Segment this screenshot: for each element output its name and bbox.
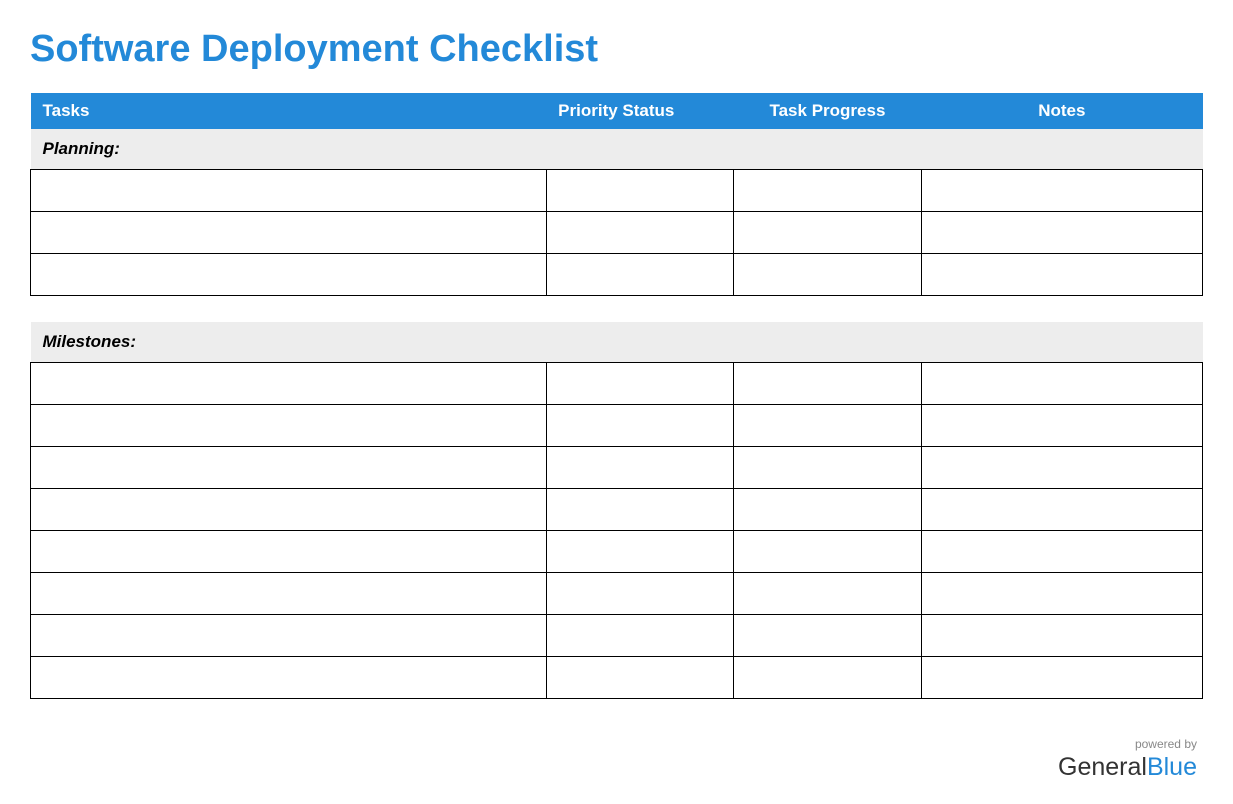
cell-progress[interactable] (734, 254, 922, 296)
checklist-table: Tasks Priority Status Task Progress Note… (30, 93, 1203, 699)
table-row (31, 170, 1203, 212)
spacer (31, 296, 1203, 322)
cell-progress[interactable] (734, 446, 922, 488)
cell-notes[interactable] (921, 404, 1202, 446)
cell-progress[interactable] (734, 212, 922, 254)
cell-notes[interactable] (921, 212, 1202, 254)
cell-progress[interactable] (734, 572, 922, 614)
cell-notes[interactable] (921, 530, 1202, 572)
cell-task[interactable] (31, 656, 547, 698)
cell-task[interactable] (31, 170, 547, 212)
table-row (31, 212, 1203, 254)
cell-priority[interactable] (546, 170, 734, 212)
cell-task[interactable] (31, 572, 547, 614)
brand-general: General (1058, 753, 1147, 781)
section-label: Planning: (31, 129, 1203, 170)
cell-task[interactable] (31, 530, 547, 572)
cell-priority[interactable] (546, 446, 734, 488)
cell-priority[interactable] (546, 254, 734, 296)
cell-priority[interactable] (546, 362, 734, 404)
cell-progress[interactable] (734, 170, 922, 212)
table-row (31, 572, 1203, 614)
header-row: Tasks Priority Status Task Progress Note… (31, 93, 1203, 129)
table-row (31, 446, 1203, 488)
col-progress: Task Progress (734, 93, 922, 129)
cell-task[interactable] (31, 614, 547, 656)
cell-task[interactable] (31, 488, 547, 530)
table-row (31, 404, 1203, 446)
cell-progress[interactable] (734, 404, 922, 446)
cell-priority[interactable] (546, 488, 734, 530)
cell-progress[interactable] (734, 488, 922, 530)
table-row (31, 614, 1203, 656)
table-row (31, 656, 1203, 698)
cell-notes[interactable] (921, 614, 1202, 656)
section-milestones: Milestones: (31, 322, 1203, 363)
cell-priority[interactable] (546, 404, 734, 446)
section-planning: Planning: (31, 129, 1203, 170)
cell-priority[interactable] (546, 212, 734, 254)
cell-notes[interactable] (921, 446, 1202, 488)
section-label: Milestones: (31, 322, 1203, 363)
table-row (31, 254, 1203, 296)
col-notes: Notes (921, 93, 1202, 129)
col-tasks: Tasks (31, 93, 547, 129)
table-row (31, 362, 1203, 404)
cell-progress[interactable] (734, 362, 922, 404)
cell-notes[interactable] (921, 254, 1202, 296)
cell-notes[interactable] (921, 488, 1202, 530)
cell-task[interactable] (31, 404, 547, 446)
cell-progress[interactable] (734, 656, 922, 698)
brand-logo: GeneralBlue (1058, 753, 1197, 782)
brand-blue: Blue (1147, 753, 1197, 781)
cell-task[interactable] (31, 254, 547, 296)
cell-notes[interactable] (921, 656, 1202, 698)
cell-progress[interactable] (734, 614, 922, 656)
powered-by-label: powered by (1058, 737, 1197, 751)
cell-priority[interactable] (546, 530, 734, 572)
table-row (31, 488, 1203, 530)
cell-task[interactable] (31, 212, 547, 254)
cell-priority[interactable] (546, 572, 734, 614)
table-row (31, 530, 1203, 572)
footer: powered by GeneralBlue (1058, 737, 1197, 782)
cell-task[interactable] (31, 446, 547, 488)
col-priority: Priority Status (546, 93, 734, 129)
page-title: Software Deployment Checklist (30, 28, 1203, 71)
cell-notes[interactable] (921, 362, 1202, 404)
cell-task[interactable] (31, 362, 547, 404)
cell-priority[interactable] (546, 614, 734, 656)
cell-priority[interactable] (546, 656, 734, 698)
cell-progress[interactable] (734, 530, 922, 572)
cell-notes[interactable] (921, 170, 1202, 212)
cell-notes[interactable] (921, 572, 1202, 614)
